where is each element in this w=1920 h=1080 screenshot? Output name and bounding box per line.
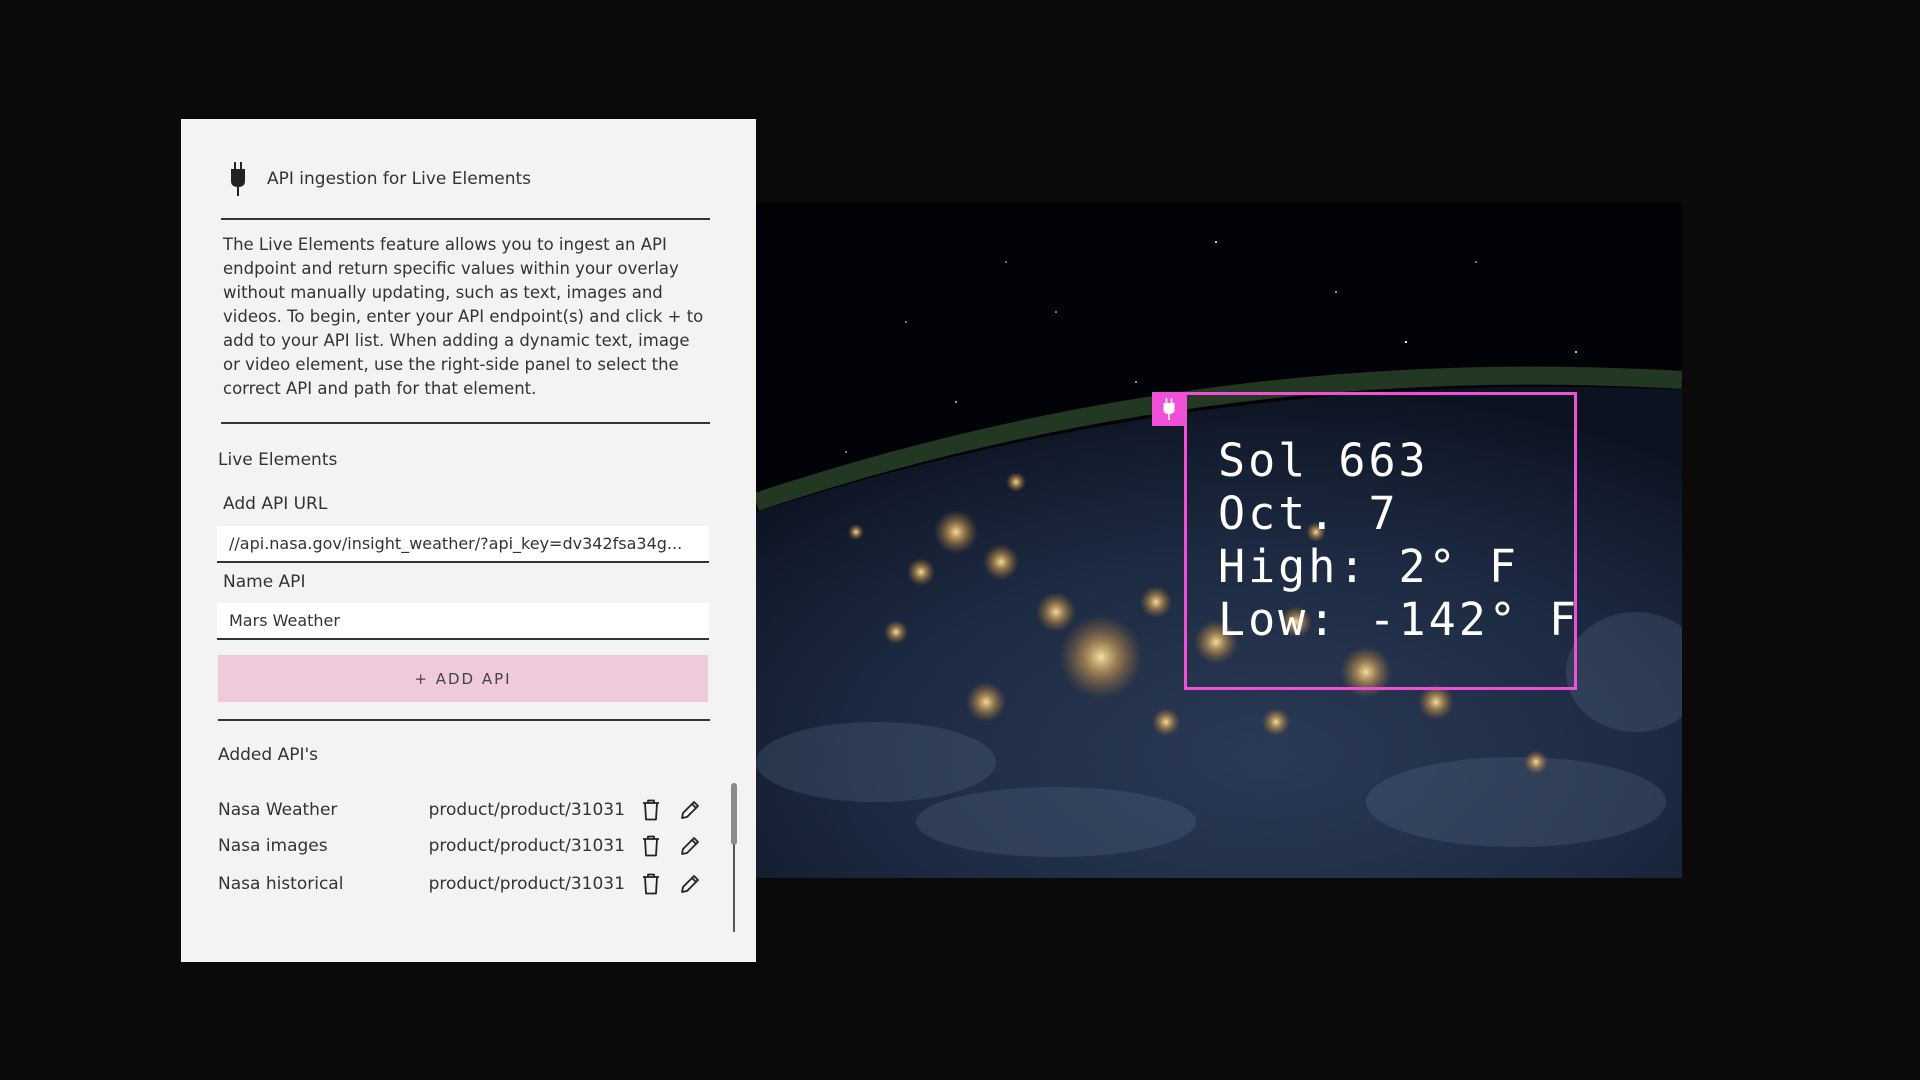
api-list-row: Nasa images product/product/31031 [218,831,718,861]
panel-header: API ingestion for Live Elements [229,161,531,197]
overlay-line-high: High: 2° F [1218,540,1519,593]
live-elements-label: Live Elements [218,450,338,470]
api-path: product/product/31031 [428,836,625,856]
overlay-tag[interactable] [1152,392,1185,426]
scrollbar-thumb[interactable] [731,783,737,845]
api-path: product/product/31031 [428,874,625,894]
trash-icon[interactable] [639,872,662,896]
divider [221,218,710,220]
api-url-input[interactable] [217,526,709,563]
divider [221,422,710,424]
pencil-icon[interactable] [679,834,702,858]
trash-icon[interactable] [639,834,662,858]
name-api-label: Name API [223,572,306,592]
plug-icon [231,162,245,196]
api-list-row: Nasa Weather product/product/31031 [218,795,718,825]
pencil-icon[interactable] [679,872,702,896]
api-name: Nasa images [218,836,328,856]
trash-icon[interactable] [639,798,662,822]
api-name: Nasa historical [218,874,344,894]
overlay-line-date: Oct. 7 [1218,487,1399,540]
panel-description: The Live Elements feature allows you to … [223,235,704,398]
api-path: product/product/31031 [428,800,625,820]
plug-icon [1163,398,1174,420]
overlay-line-sol: Sol 663 [1218,434,1429,487]
name-api-input[interactable] [217,603,709,640]
add-api-button[interactable]: + ADD API [218,655,708,702]
pencil-icon[interactable] [679,798,702,822]
api-url-label: Add API URL [223,494,328,514]
api-list-row: Nasa historical product/product/31031 [218,869,718,899]
added-apis-label: Added API's [218,745,318,765]
api-name: Nasa Weather [218,800,338,820]
divider [218,719,710,721]
api-ingestion-panel: API ingestion for Live Elements The Live… [181,119,756,962]
overlay-line-low: Low: -142° F [1218,593,1580,646]
panel-title: API ingestion for Live Elements [267,169,532,189]
overlay-live-text: Sol 663 Oct. 7 High: 2° F Low: -142° F [1218,434,1579,646]
